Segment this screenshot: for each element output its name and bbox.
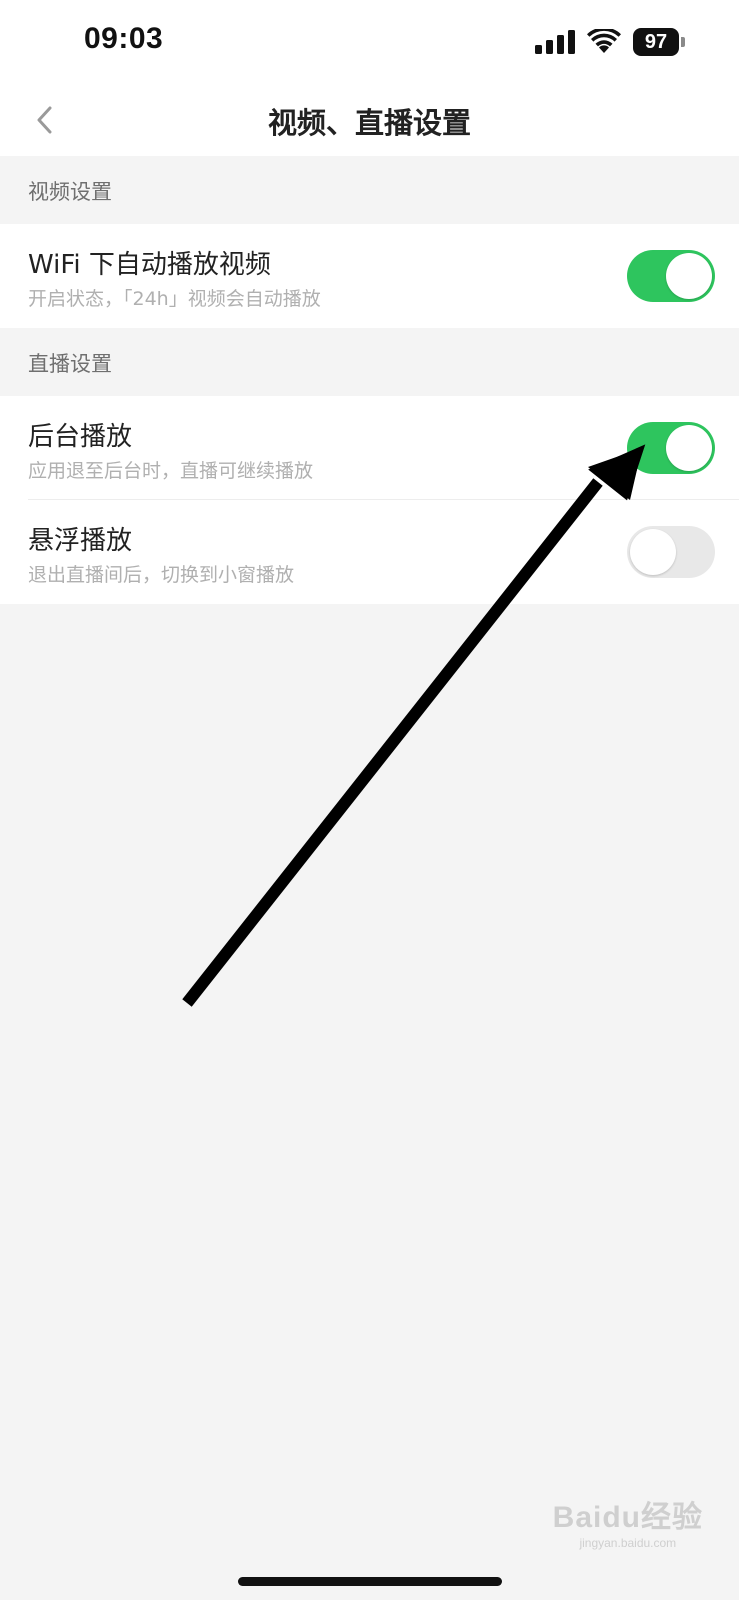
battery-level: 97 xyxy=(633,28,679,56)
toggle-knob xyxy=(666,425,712,471)
setting-title: 悬浮播放 xyxy=(28,526,133,556)
setting-row-background-play: 后台播放 应用退至后台时，直播可继续播放 xyxy=(0,396,739,500)
section-header-label: 视频设置 xyxy=(28,180,112,204)
setting-title: WiFi 下自动播放视频 xyxy=(28,250,271,280)
section-header-video: 视频设置 xyxy=(0,156,739,224)
floating-play-toggle[interactable] xyxy=(627,526,715,578)
toggle-knob xyxy=(630,529,676,575)
setting-subtitle: 退出直播间后，切换到小窗播放 xyxy=(28,564,295,586)
watermark-logo: Baidu经验 xyxy=(552,1501,703,1534)
wifi-icon xyxy=(587,29,621,53)
wifi-autoplay-toggle[interactable] xyxy=(627,250,715,302)
background-play-toggle[interactable] xyxy=(627,422,715,474)
battery-icon: 97 xyxy=(633,28,685,56)
setting-subtitle: 应用退至后台时，直播可继续播放 xyxy=(28,460,314,482)
watermark-url: jingyan.baidu.com xyxy=(579,1536,677,1550)
page-title: 视频、直播设置 xyxy=(267,106,471,140)
navigation-bar: 视频、直播设置 xyxy=(0,84,739,156)
signal-icon xyxy=(535,30,575,54)
section-header-live: 直播设置 xyxy=(0,328,739,396)
setting-subtitle: 开启状态，「24h」视频会自动播放 xyxy=(28,288,321,310)
status-icons: 97 xyxy=(535,28,685,56)
section-header-label: 直播设置 xyxy=(28,352,112,376)
toggle-knob xyxy=(666,253,712,299)
status-bar: 09:03 97 xyxy=(0,0,739,84)
home-indicator[interactable] xyxy=(238,1577,502,1586)
baidu-watermark: Baidu经验 jingyan.baidu.com xyxy=(553,1492,703,1550)
setting-row-wifi-autoplay: WiFi 下自动播放视频 开启状态，「24h」视频会自动播放 xyxy=(0,224,739,328)
setting-title: 后台播放 xyxy=(28,422,133,452)
status-time: 09:03 xyxy=(84,22,164,55)
setting-row-floating-play: 悬浮播放 退出直播间后，切换到小窗播放 xyxy=(0,500,739,604)
